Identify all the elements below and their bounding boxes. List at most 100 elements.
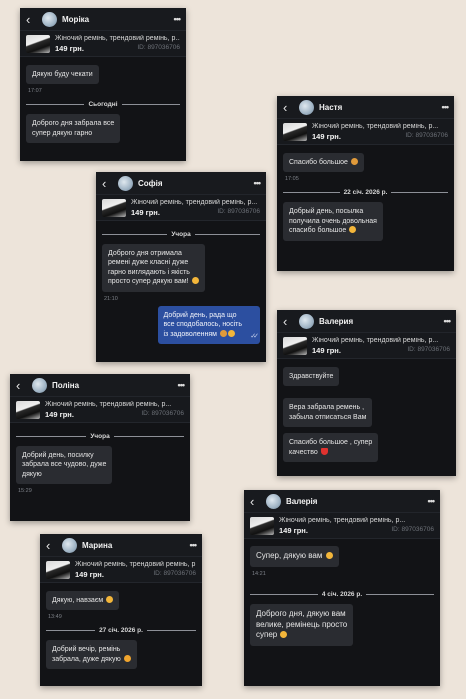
back-icon[interactable]: ‹ [283,101,295,114]
avatar[interactable] [299,99,314,115]
avatar[interactable] [266,493,281,509]
message-bubble: Дякую буду чекати [26,65,99,85]
message-bubble: Доброго дня отримала ремені дуже класні д… [102,244,205,292]
more-dots-icon[interactable]: ••• [174,14,182,24]
more-dots-icon[interactable]: ••• [444,316,452,326]
product-id: ID: 897036706 [141,410,184,417]
product-price: 149 грн. [312,346,341,355]
product-preview[interactable]: Жіночий ремінь, трендовий ремінь, р... 1… [10,397,190,423]
product-image [26,35,50,53]
contact-name[interactable]: Моріка [62,15,174,24]
chat-card-nastya: ‹ Настя ••• Жіночий ремінь, трендовий ре… [277,96,454,271]
contact-name[interactable]: Настя [319,103,442,112]
product-preview[interactable]: Жіночий ремінь, трендовий ремінь, р... 1… [277,333,456,359]
product-price: 149 грн. [312,132,341,141]
chat-header: ‹ Марина ••• [40,534,202,557]
chat-card-sofia: ‹ Софія ••• Жіночий ремінь, трендовий ре… [96,172,266,362]
date-separator: Учора [102,231,260,238]
product-id: ID: 897036706 [405,132,448,139]
contact-name[interactable]: Валерия [319,317,444,326]
smile-emoji-icon [106,596,114,603]
product-title: Жіночий ремінь, трендовий ремінь, р... [279,517,406,524]
more-dots-icon[interactable]: ••• [442,102,450,112]
chat-header: ‹ Валерия ••• [277,310,456,333]
chat-header: ‹ Софія ••• [96,172,266,195]
message-bubble: Спасибо большое [283,153,364,173]
smile-emoji-icon [123,654,131,662]
more-dots-icon[interactable]: ••• [190,540,198,550]
chat-card-valeria: ‹ Валерия ••• Жіночий ремінь, трендовий … [277,310,456,476]
message-time: 17:07 [28,88,42,95]
date-separator: Сьогодні [26,101,180,108]
double-check-icon: ✓✓ [250,332,259,340]
contact-name[interactable]: Софія [138,179,254,188]
chat-card-polina: ‹ Поліна ••• Жіночий ремінь, трендовий р… [10,374,190,521]
avatar[interactable] [32,377,47,393]
product-id: ID: 897036706 [217,208,260,215]
product-title: Жіночий ремінь, трендовий ремінь, р... [312,123,439,130]
message-bubble: Дякую, навзаєм [46,591,120,611]
product-price: 149 грн. [45,410,74,419]
date-separator: 22 січ. 2026 р. [283,189,449,196]
message-time: 17:05 [285,176,299,183]
date-separator: 4 січ. 2026 р. [250,591,434,598]
message-bubble: Супер, дякую вам [250,546,339,567]
product-image [16,401,40,419]
back-icon[interactable]: ‹ [16,379,28,392]
heart-emoji-icon [320,447,328,455]
product-image [46,561,70,579]
product-price: 149 грн. [55,44,84,53]
back-icon[interactable]: ‹ [26,13,38,26]
more-dots-icon[interactable]: ••• [428,496,436,506]
product-price: 149 грн. [75,570,104,579]
product-image [102,199,126,217]
smile-emoji-icon [227,329,235,337]
bow-emoji-icon [350,158,358,165]
back-icon[interactable]: ‹ [102,177,114,190]
product-image [283,123,307,141]
chat-header: ‹ Настя ••• [277,96,454,119]
message-bubble: Здравствуйте [283,367,340,387]
avatar[interactable] [299,313,314,329]
product-preview[interactable]: Жіночий ремінь, трендовий ремінь, р... 1… [20,31,186,57]
message-bubble: Доброго дня, дякую вам велике, ремінець п… [250,603,354,647]
message-bubble: Доброго дня забрала все супер дякую гарно [26,114,121,144]
product-title: Жіночий ремінь, трендовий ремінь, р... [312,337,439,344]
smile-emoji-icon [325,552,333,559]
more-dots-icon[interactable]: ••• [254,178,262,188]
message-bubble: Добрый день, посылка получила очень довол… [283,202,383,241]
message-bubble: Вера забрала ремень , забыла отписаться В… [283,398,373,428]
product-price: 149 грн. [131,208,160,217]
product-image [250,517,274,535]
avatar[interactable] [62,537,77,553]
smile-emoji-icon [280,631,288,639]
product-id: ID: 897036706 [153,570,196,577]
back-icon[interactable]: ‹ [250,495,262,508]
back-icon[interactable]: ‹ [46,539,58,552]
message-bubble: Добрий вечір, ремінь забрала, дуже дякую [46,640,137,670]
product-image [283,337,307,355]
chat-card-maryna: ‹ Марина ••• Жіночий ремінь, трендовий р… [40,534,202,686]
date-separator: Учора [16,433,184,440]
product-preview[interactable]: Жіночий ремінь, трендовий ремінь, р... 1… [40,557,202,583]
date-separator: 27 січ. 2026 р. [46,627,197,634]
contact-name[interactable]: Валерія [286,497,428,506]
bow-emoji-icon [219,329,227,337]
back-icon[interactable]: ‹ [283,315,295,328]
product-preview[interactable]: Жіночий ремінь, трендовий ремінь, р... 1… [96,195,266,221]
more-dots-icon[interactable]: ••• [178,380,186,390]
avatar[interactable] [118,175,133,191]
product-preview[interactable]: Жіночий ремінь, трендовий ремінь, р... 1… [244,513,440,539]
avatar[interactable] [42,11,57,27]
contact-name[interactable]: Марина [82,541,190,550]
product-title: Жіночий ремінь, трендовий ремінь, р... [131,199,258,206]
product-id: ID: 897036706 [391,526,434,533]
product-id: ID: 897036706 [137,44,180,51]
product-title: Жіночий ремінь, трендовий ремінь, р... [75,561,196,568]
contact-name[interactable]: Поліна [52,381,178,390]
message-time: 21:10 [104,295,118,302]
message-bubble: Спасибо большое , супер качество [283,433,379,463]
chat-header: ‹ Моріка ••• [20,8,186,31]
product-preview[interactable]: Жіночий ремінь, трендовий ремінь, р... 1… [277,119,454,145]
chat-card-valeriia: ‹ Валерія ••• Жіночий ремінь, трендовий … [244,490,440,686]
